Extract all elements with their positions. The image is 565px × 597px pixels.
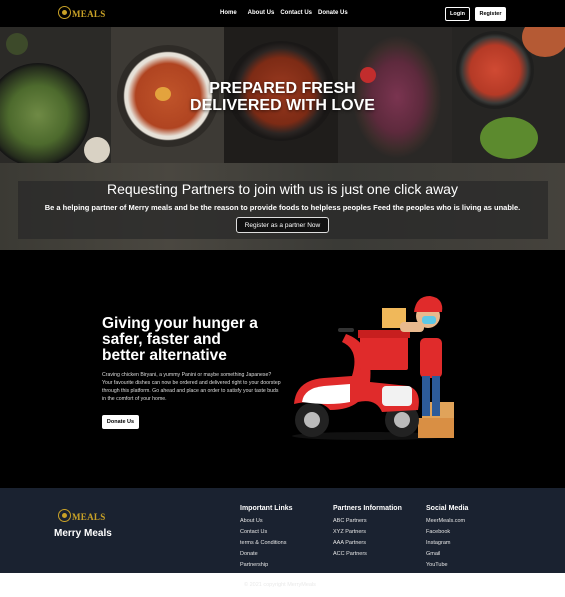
donate-button[interactable]: Donate Us <box>102 415 139 429</box>
footer-link-partnership[interactable]: Partnership <box>240 560 293 571</box>
nav-link-donate[interactable]: Donate Us <box>318 10 348 16</box>
footer-partners-info: Partners Information ABC Partners XYZ Pa… <box>333 505 402 560</box>
delivery-title-line1: Giving your hunger a <box>102 315 258 332</box>
delivery-title: Giving your hunger a safer, faster and b… <box>102 316 292 364</box>
footer-link-website[interactable]: MeerMeals.com <box>426 516 468 527</box>
footer-important-links: Important Links About Us Contact Us term… <box>240 505 293 571</box>
footer-link-donate[interactable]: Donate <box>240 549 293 560</box>
delivery-title-line2: safer, faster and <box>102 331 221 348</box>
important-links-heading: Important Links <box>240 505 293 512</box>
footer-logo-emblem-icon <box>58 509 71 522</box>
footer-logo-text: MEALS <box>72 511 106 522</box>
footer-link-terms[interactable]: terms & Conditions <box>240 538 293 549</box>
footer-link-acc-partners[interactable]: ACC Partners <box>333 549 402 560</box>
footer-brand-name: Merry Meals <box>54 528 112 539</box>
register-partner-button[interactable]: Register as a partner Now <box>236 217 329 233</box>
delivery-section <box>0 250 565 488</box>
login-button[interactable]: Login <box>445 7 470 21</box>
partners-info-heading: Partners Information <box>333 505 402 512</box>
footer-link-abc-partners[interactable]: ABC Partners <box>333 516 402 527</box>
copyright-bar: © 2021 copyright MerryMeals <box>0 573 565 597</box>
logo-text: MEALS <box>72 8 106 19</box>
nav-links: Home About Us Contact Us Donate Us <box>220 10 354 16</box>
footer-social-media: Social Media MeerMeals.com Facebook Inst… <box>426 505 468 571</box>
register-button[interactable]: Register <box>475 7 506 21</box>
nav-link-home[interactable]: Home <box>220 10 237 16</box>
hero-title-line1: PREPARED FRESH <box>209 80 356 97</box>
footer-logo[interactable]: MEALS <box>58 509 106 522</box>
footer-link-aaa-partners[interactable]: AAA Partners <box>333 538 402 549</box>
page: MEALS Home About Us Contact Us Donate Us… <box>0 0 565 597</box>
footer-link-contact[interactable]: Contact Us <box>240 527 293 538</box>
nav-link-contact[interactable]: Contact Us <box>280 10 312 16</box>
brand-logo[interactable]: MEALS <box>58 6 106 19</box>
footer-link-instagram[interactable]: Instagram <box>426 538 468 549</box>
footer-link-gmail[interactable]: Gmail <box>426 549 468 560</box>
delivery-title-line3: better alternative <box>102 347 227 364</box>
footer-link-facebook[interactable]: Facebook <box>426 527 468 538</box>
hero-title-line2: DELIVERED WITH LOVE <box>190 97 375 114</box>
delivery-description: Craving chicken Biryani, a yummy Panini … <box>102 372 281 402</box>
copyright-text: © 2021 copyright MerryMeals <box>244 582 316 588</box>
footer-link-about[interactable]: About Us <box>240 516 293 527</box>
nav-link-about[interactable]: About Us <box>248 10 275 16</box>
logo-emblem-icon <box>58 6 71 19</box>
social-media-heading: Social Media <box>426 505 469 512</box>
partner-title: Requesting Partners to join with us is j… <box>107 181 458 197</box>
footer-link-youtube[interactable]: YouTube <box>426 560 468 571</box>
partner-subtitle: Be a helping partner of Merry meals and … <box>44 203 521 212</box>
delivery-scooter-illustration <box>292 296 454 440</box>
top-navbar: MEALS Home About Us Contact Us Donate Us… <box>0 0 565 27</box>
footer-link-xyz-partners[interactable]: XYZ Partners <box>333 527 402 538</box>
